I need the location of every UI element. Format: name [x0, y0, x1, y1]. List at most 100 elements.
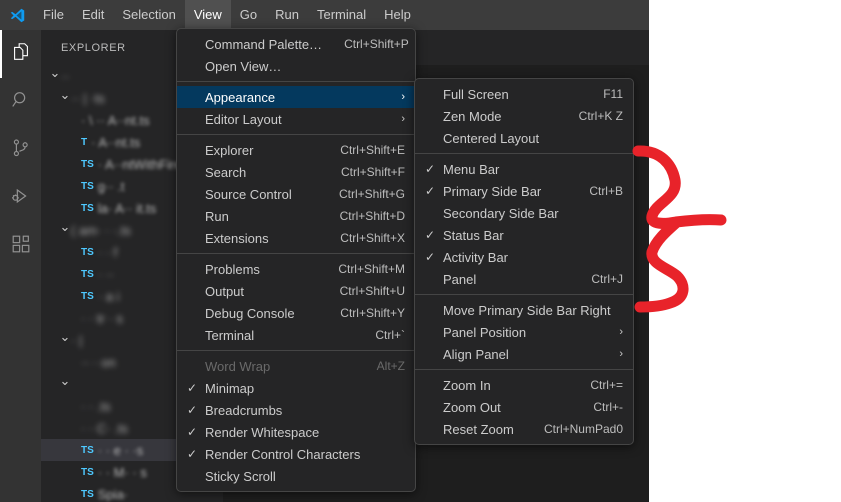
menu-item-label: Render Whitespace: [205, 424, 320, 440]
chevron-down-icon[interactable]: ⌄: [59, 87, 71, 103]
chevron-right-icon: ›: [619, 326, 623, 338]
menu-item-secondary-side-bar[interactable]: Secondary Side Bar: [415, 202, 633, 224]
menu-item-label: Move Primary Side Bar Right: [443, 302, 611, 318]
search-icon: [10, 89, 32, 116]
activity-bar: [0, 30, 41, 502]
menu-item-render-whitespace[interactable]: ✓ Render Whitespace: [177, 421, 415, 443]
menu-item-sticky-scroll[interactable]: Sticky Scroll: [177, 465, 415, 487]
checkmark-icon: ✓: [187, 403, 198, 417]
menu-item-label: Breadcrumbs: [205, 402, 283, 418]
menu-item-status-bar[interactable]: ✓ Status Bar: [415, 224, 633, 246]
menu-item-align-panel[interactable]: Align Panel ›: [415, 343, 633, 365]
source-control-icon: [10, 137, 32, 164]
menu-item-shortcut: Ctrl+`: [375, 328, 405, 342]
file-name: · A··ntWithFire.: [97, 156, 186, 172]
menubar-item-run[interactable]: Run: [266, 0, 308, 30]
menu-item-panel-position[interactable]: Panel Position ›: [415, 321, 633, 343]
file-name: · |: [71, 332, 83, 348]
menubar-item-selection[interactable]: Selection: [113, 0, 184, 30]
menu-item-label: Editor Layout: [205, 111, 282, 127]
activitybar-item-run-and-debug[interactable]: [0, 174, 41, 222]
menu-item-minimap[interactable]: ✓ Minimap: [177, 377, 415, 399]
file-name: · A··nt.ts: [91, 134, 141, 150]
activitybar-item-explorer[interactable]: [0, 30, 41, 78]
menubar-item-go[interactable]: Go: [231, 0, 266, 30]
menu-item-move-primary-side-bar-right[interactable]: Move Primary Side Bar Right: [415, 299, 633, 321]
vscode-logo-icon: [0, 0, 34, 30]
menu-item-label: Extensions: [205, 230, 269, 246]
menu-item-activity-bar[interactable]: ✓ Activity Bar: [415, 246, 633, 268]
file-name: g·· .t: [97, 178, 125, 194]
vscode-window: File Edit Selection View Go Run Terminal Help: [0, 0, 649, 502]
chevron-down-icon[interactable]: ⌄: [59, 373, 71, 389]
checkmark-icon: ✓: [187, 425, 198, 439]
menu-item-shortcut: Ctrl+-: [593, 400, 623, 414]
file-name: · · C· .ts: [81, 420, 128, 436]
menu-item-shortcut: Ctrl+Shift+P: [344, 37, 409, 51]
menu-item-full-screen[interactable]: Full Screen F11: [415, 83, 633, 105]
menu-item-shortcut: Ctrl+J: [591, 272, 623, 286]
file-name: · a i: [97, 288, 120, 304]
menu-item-label: Secondary Side Bar: [443, 205, 559, 221]
menubar-item-terminal[interactable]: Terminal: [308, 0, 375, 30]
menu-item-label: Centered Layout: [443, 130, 540, 146]
chevron-down-icon[interactable]: ⌄: [49, 65, 61, 81]
menu-item-extensions[interactable]: Extensions Ctrl+Shift+X: [177, 227, 415, 249]
menubar-item-file[interactable]: File: [34, 0, 73, 30]
chevron-down-icon[interactable]: ⌄: [59, 219, 71, 235]
menu-item-appearance[interactable]: Appearance ›: [177, 86, 415, 108]
menu-item-zoom-in[interactable]: Zoom In Ctrl+=: [415, 374, 633, 396]
menu-item-debug-console[interactable]: Debug Console Ctrl+Shift+Y: [177, 302, 415, 324]
file-name: · \ ·· A··nt.ts: [81, 112, 150, 128]
menu-item-label: Panel: [443, 271, 477, 287]
chevron-right-icon: ›: [401, 91, 405, 103]
menubar-item-edit[interactable]: Edit: [73, 0, 113, 30]
menu-item-command-palette[interactable]: Command Palette… Ctrl+Shift+P: [177, 33, 415, 55]
menu-item-zen-mode[interactable]: Zen Mode Ctrl+K Z: [415, 105, 633, 127]
file-type-badge: TS: [81, 488, 94, 500]
menu-item-label: Activity Bar: [443, 249, 509, 265]
menu-item-label: Zen Mode: [443, 108, 502, 124]
menu-item-render-control-characters[interactable]: ✓ Render Control Characters: [177, 443, 415, 465]
chevron-down-icon[interactable]: ⌄: [59, 329, 71, 345]
menubar-item-view[interactable]: View: [184, 0, 231, 30]
menu-item-shortcut: Ctrl+=: [590, 378, 623, 392]
menu-item-shortcut: Ctrl+Shift+M: [338, 262, 405, 276]
menu-item-menu-bar[interactable]: ✓ Menu Bar: [415, 158, 633, 180]
menu-item-centered-layout[interactable]: Centered Layout: [415, 127, 633, 149]
menu-separator: [415, 369, 633, 370]
menu-item-label: Debug Console: [205, 305, 295, 321]
menu-item-label: Terminal: [205, 327, 255, 343]
activitybar-item-extensions[interactable]: [0, 222, 41, 270]
menu-item-label: Panel Position: [443, 324, 527, 340]
menu-item-primary-side-bar[interactable]: ✓ Primary Side Bar Ctrl+B: [415, 180, 633, 202]
menu-item-label: Zoom In: [443, 377, 491, 393]
menu-item-open-view[interactable]: Open View…: [177, 55, 415, 77]
files-icon: [10, 41, 32, 68]
menu-item-search[interactable]: Search Ctrl+Shift+F: [177, 161, 415, 183]
menu-item-terminal[interactable]: Terminal Ctrl+`: [177, 324, 415, 346]
menu-item-problems[interactable]: Problems Ctrl+Shift+M: [177, 258, 415, 280]
menu-separator: [177, 253, 415, 254]
menu-item-zoom-out[interactable]: Zoom Out Ctrl+-: [415, 396, 633, 418]
menu-item-label: Align Panel: [443, 346, 509, 362]
menu-item-run[interactable]: Run Ctrl+Shift+D: [177, 205, 415, 227]
menu-item-breadcrumbs[interactable]: ✓ Breadcrumbs: [177, 399, 415, 421]
menu-item-shortcut: Ctrl+B: [589, 184, 623, 198]
menu-item-panel[interactable]: Panel Ctrl+J: [415, 268, 633, 290]
menu-item-label: Primary Side Bar: [443, 183, 542, 199]
menubar-item-help[interactable]: Help: [375, 0, 420, 30]
file-name: ( am· · ·.ts: [71, 222, 131, 238]
view-menu-dropdown: Command Palette… Ctrl+Shift+P Open View… Ap…: [176, 28, 416, 492]
menu-separator: [415, 294, 633, 295]
menu-item-editor-layout[interactable]: Editor Layout ›: [177, 108, 415, 130]
activitybar-item-search[interactable]: [0, 78, 41, 126]
menu-item-reset-zoom[interactable]: Reset Zoom Ctrl+NumPad0: [415, 418, 633, 440]
checkmark-icon: ✓: [187, 381, 198, 395]
menu-item-explorer[interactable]: Explorer Ctrl+Shift+E: [177, 139, 415, 161]
menu-item-label: Problems: [205, 261, 260, 277]
checkmark-icon: ✓: [187, 447, 198, 461]
activitybar-item-source-control[interactable]: [0, 126, 41, 174]
menu-item-source-control[interactable]: Source Control Ctrl+Shift+G: [177, 183, 415, 205]
menu-item-output[interactable]: Output Ctrl+Shift+U: [177, 280, 415, 302]
